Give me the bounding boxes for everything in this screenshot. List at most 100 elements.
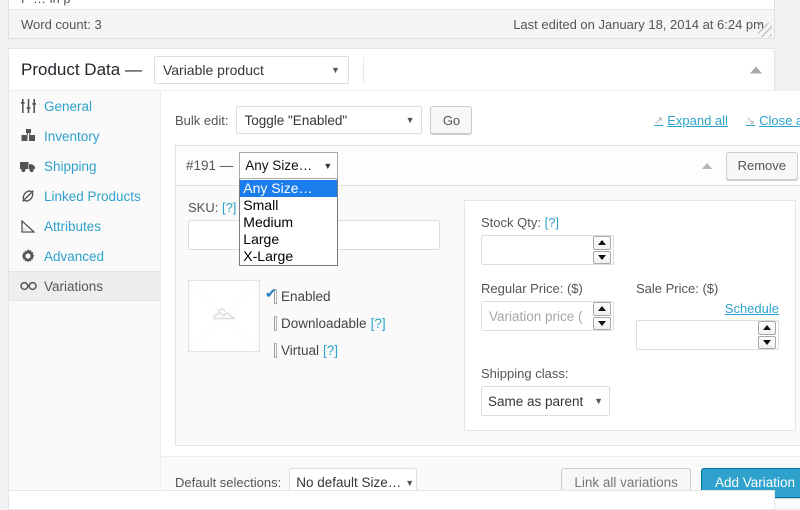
tab-general[interactable]: General <box>9 91 160 121</box>
virtual-checkbox[interactable] <box>274 343 277 358</box>
enabled-label: Enabled <box>281 289 331 304</box>
tab-shipping[interactable]: Shipping <box>9 151 160 181</box>
shipping-class-select[interactable]: Same as parent ▼ <box>481 386 610 416</box>
tab-inventory[interactable]: Inventory <box>9 121 160 151</box>
enabled-checkbox[interactable] <box>265 286 277 304</box>
image-placeholder-icon <box>212 306 237 327</box>
product-type-select[interactable]: Variable product ▼ <box>153 55 349 84</box>
price-row: Regular Price: ($) Variation price (Sal… <box>481 281 779 350</box>
sku-help-icon[interactable]: [?] <box>222 200 236 215</box>
virtual-checkbox-row: Virtual [?] <box>274 337 386 364</box>
variation-row: #191 — Any Size… ▼ Any Size… Small Mediu… <box>175 145 800 446</box>
variations-panel: Bulk edit: Toggle "Enabled" ▼ Go ↗ Expan… <box>161 91 800 508</box>
panel-notch-arrow-icon <box>442 234 453 250</box>
stock-qty-help-icon[interactable]: [?] <box>545 215 559 230</box>
sale-price-field <box>636 320 779 350</box>
boxes-icon <box>19 128 37 144</box>
downloadable-help-icon[interactable]: [?] <box>371 316 386 331</box>
sku-label-text: SKU: <box>188 200 219 215</box>
stepper-down-icon[interactable] <box>758 335 776 349</box>
regular-price-field <box>481 301 614 331</box>
variation-attribute-option[interactable]: Large <box>240 231 337 248</box>
header-divider <box>362 56 364 83</box>
virtual-label: Virtual <box>281 343 320 358</box>
stepper-down-icon[interactable] <box>593 250 611 264</box>
regular-price-label: Regular Price: ($) <box>481 281 583 296</box>
stepper-up-icon[interactable] <box>593 302 611 316</box>
product-type-value: Variable product <box>162 61 264 78</box>
variation-header-actions: Remove <box>701 151 798 180</box>
expand-arrows-icon: ↗ <box>653 114 664 127</box>
downloadable-checkbox[interactable] <box>274 316 277 331</box>
regular-price-stepper[interactable] <box>593 302 611 330</box>
truck-icon <box>19 158 37 174</box>
enabled-checkbox-row: Enabled <box>265 283 386 310</box>
chevron-down-icon: ▼ <box>594 396 603 406</box>
chevron-down-icon: ▼ <box>405 115 415 125</box>
bulk-edit-select[interactable]: Toggle "Enabled" ▼ <box>236 106 423 134</box>
variation-attribute-select[interactable]: Any Size… ▼ <box>239 152 339 179</box>
chevron-down-icon: ▼ <box>331 64 340 75</box>
expand-all-link[interactable]: ↗ Expand all <box>654 113 728 128</box>
expand-all-label: Expand all <box>667 112 728 128</box>
bulk-edit-value: Toggle "Enabled" <box>244 112 348 128</box>
tab-variations[interactable]: Variations <box>9 271 161 301</box>
tab-label: Shipping <box>44 158 97 174</box>
infinity-icon <box>19 278 37 294</box>
default-selections-label: Default selections: <box>175 475 282 490</box>
tab-label: General <box>44 98 93 114</box>
editor-footer-strip: P … in p Word count: 3 Last edited on Ja… <box>8 0 775 39</box>
variation-attribute-option[interactable]: Medium <box>240 214 337 231</box>
tab-linked-products[interactable]: Linked Products <box>9 181 160 211</box>
remove-variation-button[interactable]: Remove <box>725 151 798 180</box>
stock-qty-stepper[interactable] <box>593 236 611 264</box>
shipping-class-label: Shipping class: <box>481 366 569 381</box>
sliders-icon <box>19 98 37 114</box>
editor-cut-text: P … in p <box>9 0 774 10</box>
editor-cut-label: P … in p <box>21 0 71 6</box>
variation-flag-checkboxes: Enabled Downloadable [?] Virtual <box>265 280 386 364</box>
stepper-down-icon[interactable] <box>593 316 611 330</box>
word-count-label: Word count: 3 <box>21 16 102 32</box>
shipping-class-group: Shipping class: Same as parent ▼ <box>481 366 779 416</box>
variation-attribute-option[interactable]: X-Large <box>240 248 337 265</box>
schedule-sale-link[interactable]: Schedule <box>636 301 779 316</box>
triangle-ruler-icon <box>19 218 37 234</box>
stock-qty-field <box>481 235 614 265</box>
tab-advanced[interactable]: Advanced <box>9 241 160 271</box>
downloadable-checkbox-row: Downloadable [?] <box>274 310 386 337</box>
variation-id-label: #191 — <box>186 158 234 173</box>
word-count-bar: Word count: 3 Last edited on January 18,… <box>9 10 774 38</box>
default-selection-value: No default Size… <box>296 475 402 490</box>
product-data-tabs: General Inventory Shipping Linked Produc… <box>9 91 161 508</box>
variation-image-placeholder[interactable] <box>188 280 260 352</box>
resize-grip-handle[interactable] <box>758 23 772 37</box>
tab-label: Attributes <box>44 218 102 234</box>
tab-label: Variations <box>44 278 104 294</box>
tab-attributes[interactable]: Attributes <box>9 211 160 241</box>
variation-attribute-option[interactable]: Small <box>240 197 337 214</box>
metabox-collapse-toggle-icon[interactable] <box>750 66 762 73</box>
variation-collapse-toggle-icon[interactable] <box>701 162 712 169</box>
stock-qty-label: Stock Qty: [?] <box>481 215 779 230</box>
expand-collapse-links: ↗ Expand all ↘ Close all <box>654 113 800 128</box>
product-data-body: General Inventory Shipping Linked Produc… <box>9 91 800 508</box>
variation-header: #191 — Any Size… ▼ Any Size… Small Mediu… <box>176 146 800 266</box>
collapse-arrows-icon: ↘ <box>745 114 756 127</box>
stock-qty-label-text: Stock Qty: <box>481 215 541 230</box>
virtual-help-icon[interactable]: [?] <box>323 343 338 358</box>
tab-label: Advanced <box>44 248 105 264</box>
tab-label: Linked Products <box>44 188 141 204</box>
stepper-up-icon[interactable] <box>593 236 611 250</box>
close-all-link[interactable]: ↘ Close all <box>746 113 800 128</box>
product-data-header: Product Data — Variable product ▼ <box>9 49 774 91</box>
page-title: Product Data — <box>21 59 142 79</box>
last-edited-label: Last edited on January 18, 2014 at 6:24 … <box>513 16 764 32</box>
variation-attribute-option[interactable]: Any Size… <box>240 180 338 197</box>
go-button[interactable]: Go <box>430 106 473 134</box>
variation-image-and-flags: Enabled Downloadable [?] Virtual <box>188 280 440 364</box>
product-data-metabox: Product Data — Variable product ▼ Genera… <box>8 48 800 509</box>
sale-price-stepper[interactable] <box>758 321 776 349</box>
link-icon <box>19 188 37 204</box>
stepper-up-icon[interactable] <box>758 321 776 335</box>
